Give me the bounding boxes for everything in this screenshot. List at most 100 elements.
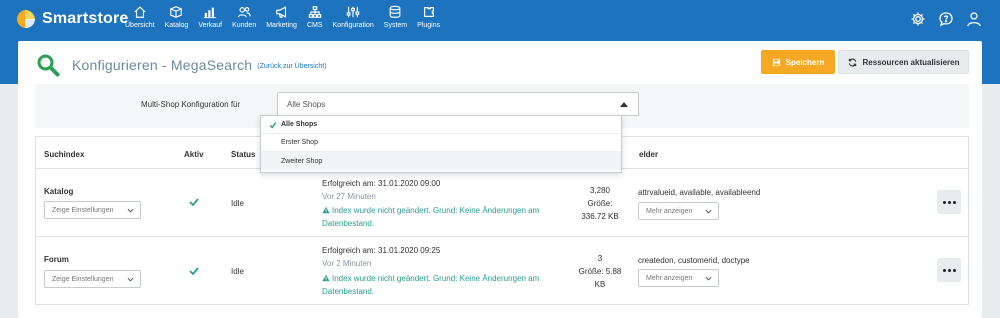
column-header-index: Suchindex bbox=[44, 150, 85, 159]
nav-item-plugins[interactable]: Plugins bbox=[417, 5, 440, 29]
warning-icon bbox=[322, 206, 330, 214]
ellipsis-dot bbox=[952, 268, 956, 272]
search-icon bbox=[37, 54, 60, 77]
warning-icon bbox=[322, 274, 330, 282]
nav-item-label: Marketing bbox=[266, 22, 297, 29]
dropdown-option-first-store[interactable]: Erster Shop bbox=[261, 134, 621, 152]
brand-logo-icon bbox=[15, 8, 37, 30]
save-button[interactable]: Speichern bbox=[761, 50, 835, 74]
dropdown-option-all-stores[interactable]: Alle Shops bbox=[261, 116, 621, 134]
nav-item-label: System bbox=[383, 22, 408, 29]
nav-item-label: Plugins bbox=[417, 22, 441, 29]
show-settings-label: Zeige Einstellungen bbox=[52, 206, 114, 214]
chevron-down-icon bbox=[127, 277, 134, 282]
back-to-overview-link[interactable]: (Zurück zur Übersicht) bbox=[257, 63, 326, 70]
index-info-message: Index wurde nicht geändert. Grund: Keine… bbox=[322, 204, 562, 230]
row-actions-button[interactable] bbox=[937, 258, 961, 282]
size-label: Größe: bbox=[587, 199, 613, 208]
document-count: 3,280 bbox=[589, 186, 611, 195]
page-title: Konfigurieren - MegaSearch bbox=[72, 57, 253, 73]
field-list: attrvalueid, available, availableend bbox=[638, 188, 761, 197]
info-text: Index wurde nicht geändert. Grund: Keine… bbox=[322, 206, 540, 228]
show-more-label: Mehr anzeigen bbox=[646, 207, 693, 215]
brand-name: Smartstore bbox=[42, 10, 129, 27]
save-button-label: Speichern bbox=[785, 57, 825, 67]
nav-item-sales[interactable]: Verkauf bbox=[198, 5, 222, 29]
store-select[interactable]: Alle Shops bbox=[277, 92, 639, 116]
show-settings-select[interactable]: Zeige Einstellungen bbox=[44, 270, 141, 288]
user-icon[interactable] bbox=[966, 11, 982, 27]
sliders-icon bbox=[346, 6, 360, 18]
column-header-status: Status bbox=[231, 150, 256, 159]
column-header-active: Aktiv bbox=[184, 150, 204, 159]
show-settings-select[interactable]: Zeige Einstellungen bbox=[44, 201, 141, 219]
size-value: KB bbox=[594, 280, 606, 289]
nav-item-customers[interactable]: Kunden bbox=[232, 5, 256, 29]
store-select-value: Alle Shops bbox=[287, 100, 326, 109]
help-chat-icon[interactable] bbox=[938, 11, 954, 27]
row-divider bbox=[36, 236, 968, 237]
nav-item-system[interactable]: System bbox=[384, 5, 407, 29]
refresh-resources-button[interactable]: Ressourcen aktualisieren bbox=[838, 50, 969, 74]
size-value: 336.72 KB bbox=[581, 212, 619, 221]
caret-up-icon bbox=[620, 102, 628, 107]
ellipsis-dot bbox=[952, 200, 956, 204]
save-icon bbox=[772, 58, 780, 66]
relative-time: Vor 27 Minuten bbox=[322, 192, 376, 201]
status-text: Idle bbox=[231, 267, 244, 276]
gear-icon[interactable] bbox=[910, 11, 926, 27]
chevron-down-icon bbox=[705, 209, 712, 214]
document-count-size: 3 Größe: 5.88 KB bbox=[574, 252, 626, 291]
nav-item-label: Konfiguration bbox=[332, 22, 374, 29]
document-count: 3 bbox=[597, 254, 603, 263]
nav-item-cms[interactable]: CMS bbox=[307, 5, 323, 29]
success-timestamp: Erfolgreich am: 31.01.2020 09:25 bbox=[322, 246, 441, 255]
success-timestamp: Erfolgreich am: 31.01.2020 09:00 bbox=[322, 179, 441, 188]
ellipsis-icon bbox=[942, 268, 946, 272]
multistore-config-label: Multi-Shop Konfiguration für bbox=[141, 100, 241, 109]
refresh-resources-label: Ressourcen aktualisieren bbox=[862, 57, 960, 67]
store-dropdown-menu: Alle Shops Erster Shop Zweiter Shop bbox=[260, 115, 622, 173]
document-count-size: 3,280 Größe: 336.72 KB bbox=[576, 184, 624, 223]
ellipsis-dot bbox=[947, 268, 951, 272]
dropdown-option-second-store[interactable]: Zweiter Shop bbox=[261, 152, 621, 170]
index-name: Katalog bbox=[44, 187, 74, 196]
status-text: Idle bbox=[231, 199, 244, 208]
box-icon bbox=[170, 6, 183, 18]
nav-item-label: Übersicht bbox=[125, 22, 155, 29]
nav-item-label: Kunden bbox=[232, 22, 257, 29]
nav-item-label: Katalog bbox=[164, 22, 189, 29]
checkmark-icon bbox=[189, 267, 199, 275]
brand[interactable]: Smartstore bbox=[15, 8, 128, 30]
ellipsis-icon bbox=[942, 200, 946, 204]
field-list: createdon, customerid, doctype bbox=[638, 256, 750, 265]
nav-item-configuration[interactable]: Konfiguration bbox=[333, 5, 374, 29]
users-icon bbox=[237, 7, 251, 18]
top-navbar: Smartstore Übersicht Katalog Verkauf Kun… bbox=[0, 0, 1000, 41]
dropdown-option-label: Erster Shop bbox=[281, 139, 318, 146]
index-info-message: Index wurde nicht geändert. Grund: Keine… bbox=[322, 272, 562, 298]
chevron-down-icon bbox=[127, 208, 134, 213]
sitemap-icon bbox=[308, 6, 321, 18]
column-header-fields: elder bbox=[639, 150, 659, 159]
main-nav: Übersicht Katalog Verkauf Kunden Marketi… bbox=[125, 5, 450, 29]
size-label: Größe: 5.88 bbox=[578, 267, 622, 276]
nav-item-marketing[interactable]: Marketing bbox=[266, 5, 297, 29]
page-title-row: Konfigurieren - MegaSearch (Zurück zur Ü… bbox=[36, 53, 327, 77]
database-icon bbox=[390, 5, 401, 18]
info-text: Index wurde nicht geändert. Grund: Keine… bbox=[322, 274, 540, 296]
bar-chart-icon bbox=[204, 7, 217, 19]
show-more-select[interactable]: Mehr anzeigen bbox=[638, 269, 719, 287]
show-more-select[interactable]: Mehr anzeigen bbox=[638, 202, 719, 220]
nav-item-overview[interactable]: Übersicht bbox=[125, 5, 155, 29]
dropdown-option-label: Zweiter Shop bbox=[281, 157, 323, 165]
nav-right-tools bbox=[898, 11, 982, 27]
checkmark-icon bbox=[269, 121, 277, 128]
megaphone-icon bbox=[275, 6, 286, 18]
row-actions-button[interactable] bbox=[937, 190, 961, 214]
show-more-label: Mehr anzeigen bbox=[646, 274, 693, 282]
dropdown-option-label: Alle Shops bbox=[281, 121, 318, 128]
nav-item-catalog[interactable]: Katalog bbox=[164, 5, 189, 29]
checkmark-icon bbox=[189, 198, 199, 206]
index-name: Forum bbox=[44, 255, 69, 264]
